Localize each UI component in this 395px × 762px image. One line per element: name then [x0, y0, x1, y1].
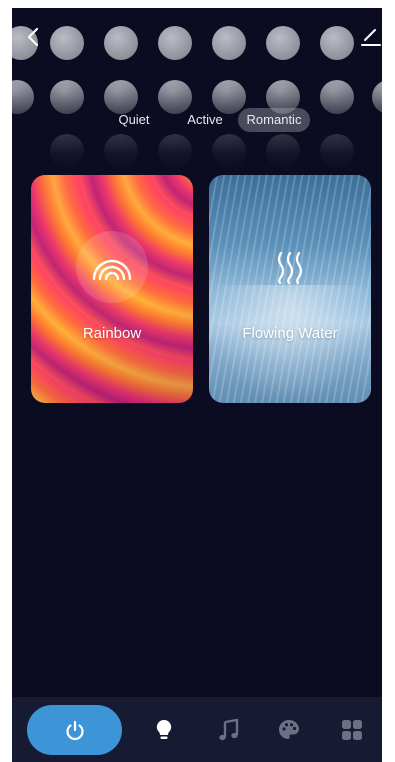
chevron-left-icon: [27, 27, 39, 47]
scene-card-rainbow[interactable]: Rainbow: [31, 175, 193, 403]
decor-dot: [266, 26, 300, 60]
decor-dot: [212, 26, 246, 60]
app-screen: Quiet Active Romantic Rainbow Flowing Wa…: [12, 8, 382, 762]
decor-dot: [104, 26, 138, 60]
nav-music[interactable]: [217, 718, 241, 742]
water-waves-icon: [277, 251, 303, 285]
edit-pencil-icon: [361, 29, 381, 46]
tab-romantic[interactable]: Romantic: [238, 108, 310, 132]
tab-quiet[interactable]: Quiet: [112, 108, 156, 132]
scene-card-flowing-water[interactable]: Flowing Water: [209, 175, 371, 403]
power-icon: [66, 720, 84, 741]
decor-dot: [158, 26, 192, 60]
palette-icon: [279, 720, 299, 739]
scene-label: Flowing Water: [242, 325, 338, 342]
dot-pattern-header: [12, 8, 382, 173]
decor-dot: [320, 26, 354, 60]
tab-active[interactable]: Active: [180, 108, 230, 132]
scene-label: Rainbow: [82, 325, 142, 342]
grid-icon: [342, 720, 362, 740]
nav-scenes[interactable]: [340, 718, 364, 742]
back-button[interactable]: [22, 24, 46, 50]
nav-color[interactable]: [277, 718, 301, 742]
rainbow-icon: [92, 259, 132, 281]
bottom-navigation-bar: [12, 697, 382, 762]
scene-category-tabs: Quiet Active Romantic: [12, 108, 382, 134]
decor-dot: [50, 26, 84, 60]
power-button[interactable]: [27, 705, 122, 755]
music-note-icon: [219, 718, 239, 741]
edit-button[interactable]: [360, 26, 382, 50]
nav-light[interactable]: [152, 718, 176, 742]
bulb-icon: [156, 719, 172, 739]
